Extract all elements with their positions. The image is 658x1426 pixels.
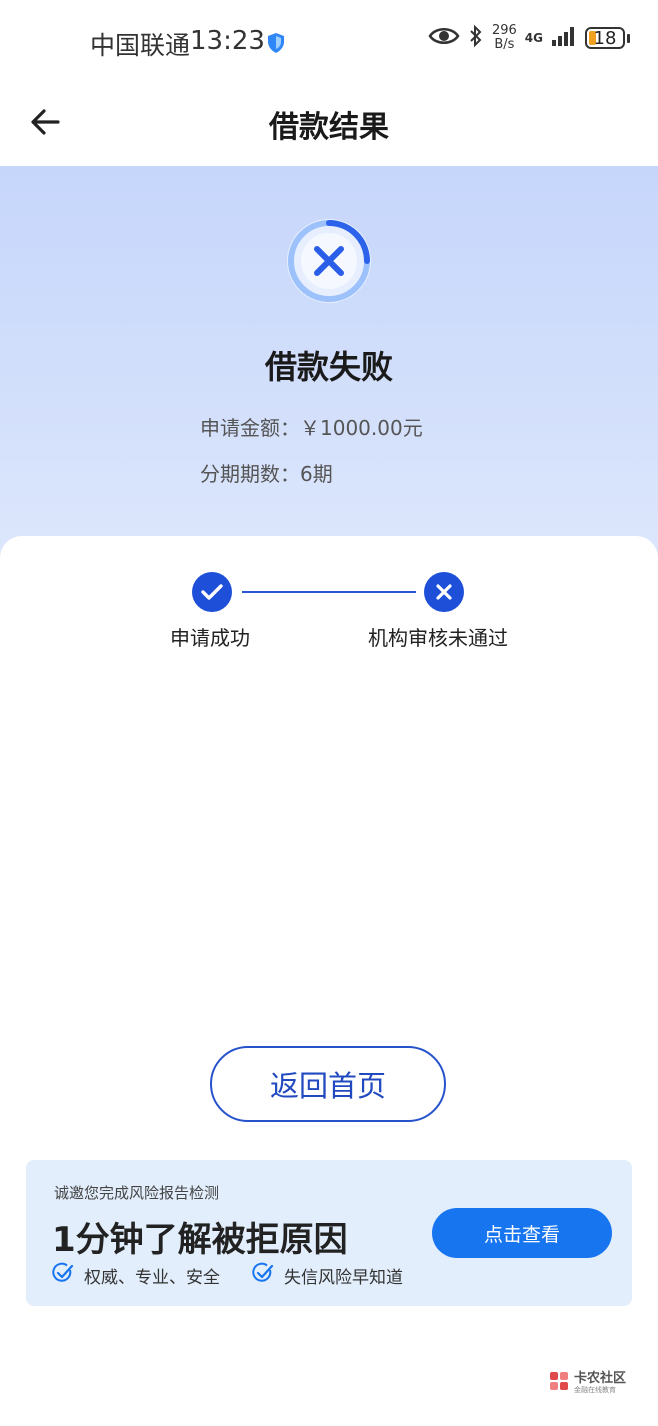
net-speed-value: 296 bbox=[491, 23, 517, 38]
failed-x-icon bbox=[284, 216, 374, 306]
nav-bar: 借款结果 bbox=[0, 84, 658, 166]
step-success-check-icon bbox=[192, 572, 232, 612]
installment-count: 分期期数：6期 bbox=[200, 462, 333, 486]
promo-tags: 权威、专业、安全 失信风险早知道 bbox=[52, 1262, 435, 1289]
status-time: 13:23 bbox=[190, 26, 265, 56]
step-connector bbox=[242, 591, 416, 593]
net-speed: 296 B/s bbox=[492, 24, 517, 52]
net-speed-unit: B/s bbox=[494, 37, 515, 52]
battery-level: 18 bbox=[593, 27, 617, 49]
step-failed-x-icon bbox=[424, 572, 464, 612]
kanong-watermark: 卡农社区 金融在线教育 bbox=[548, 1370, 626, 1396]
result-title: 借款失败 bbox=[264, 348, 393, 386]
bluetooth-icon bbox=[468, 24, 484, 52]
network-type: 4G bbox=[524, 31, 543, 45]
watermark-tagline: 金融在线教育 bbox=[574, 1386, 616, 1394]
security-shield-icon bbox=[266, 32, 286, 58]
promo-tag-text: 失信风险早知道 bbox=[284, 1268, 403, 1288]
promo-tag: 权威、专业、安全 bbox=[52, 1262, 220, 1289]
view-report-button[interactable]: 点击查看 bbox=[432, 1208, 612, 1258]
step-label-apply: 申请成功 bbox=[170, 626, 250, 650]
back-home-button[interactable]: 返回首页 bbox=[210, 1046, 446, 1122]
promo-tag-text: 权威、专业、安全 bbox=[84, 1268, 220, 1288]
signal-icon bbox=[551, 25, 577, 51]
promo-headline: 1分钟了解被拒原因 bbox=[52, 1220, 348, 1260]
promo-subtitle: 诚邀您完成风险报告检测 bbox=[54, 1184, 220, 1202]
carrier-name: 中国联通 bbox=[90, 31, 191, 60]
status-icons: 296 B/s 4G 18 bbox=[428, 24, 630, 52]
check-circle-icon bbox=[52, 1262, 74, 1289]
promo-tag: 失信风险早知道 bbox=[252, 1262, 403, 1289]
watermark-name: 卡农社区 bbox=[574, 1371, 627, 1386]
step-label-review: 机构审核未通过 bbox=[368, 626, 508, 650]
page-title: 借款结果 bbox=[269, 110, 389, 145]
kanong-logo-icon bbox=[548, 1370, 570, 1396]
check-circle-icon bbox=[252, 1262, 274, 1289]
content-card: 申请成功 机构审核未通过 返回首页 诚邀您完成风险报告检测 1分钟了解被拒原因 … bbox=[0, 536, 658, 1426]
status-bar: 中国联通 13:23 296 B/s 4G 18 bbox=[0, 0, 658, 84]
apply-amount: 申请金额：￥1000.00元 bbox=[200, 416, 423, 440]
result-header: 借款失败 申请金额：￥1000.00元 分期期数：6期 bbox=[0, 166, 658, 566]
eye-icon bbox=[428, 25, 460, 51]
battery-tip bbox=[627, 33, 630, 43]
battery-icon: 18 bbox=[585, 27, 625, 49]
risk-report-banner[interactable]: 诚邀您完成风险报告检测 1分钟了解被拒原因 权威、专业、安全 失信风险早知道 点… bbox=[26, 1160, 632, 1306]
